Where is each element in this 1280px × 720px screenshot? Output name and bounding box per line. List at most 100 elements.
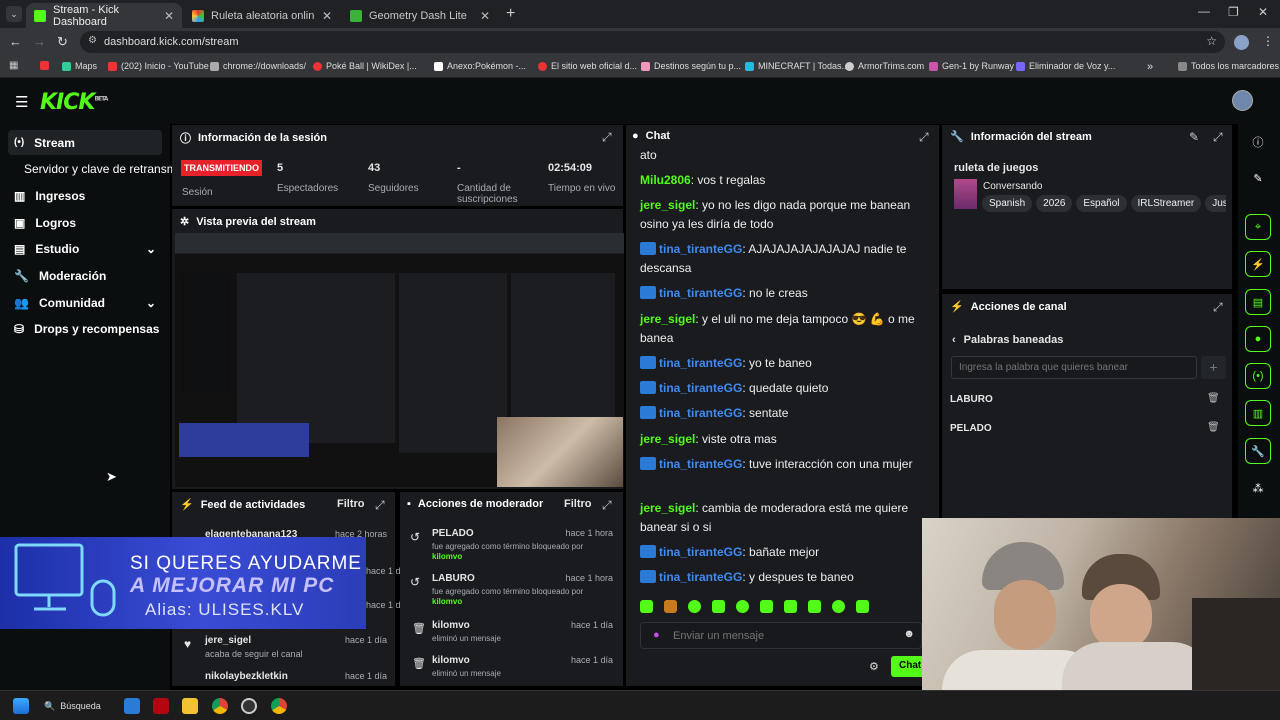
expand-info-icon[interactable]: ⤢ [1213,130,1223,145]
bookmark-star-icon[interactable]: ☆ [1206,34,1217,48]
bookmark-youtube[interactable]: (202) Inicio - YouTube [108,61,209,71]
mod-filter-button[interactable]: Filtro [564,498,592,510]
chrome-active-icon[interactable] [271,698,287,714]
close-tab-icon[interactable]: ✕ [164,9,174,23]
apps-grid-icon[interactable]: ▦ [9,60,18,71]
chat-username[interactable]: tina_tiranteGG [659,570,742,584]
sidebar-item-logros[interactable]: ▣ Logros [8,210,162,235]
emote-icon[interactable] [712,600,725,613]
sidebar-item-moderacion[interactable]: 🔧 Moderación [8,263,162,288]
chat-username[interactable]: jere_sigel [640,432,695,446]
profile-avatar[interactable] [1234,35,1249,50]
expand-mod-icon[interactable]: ⤢ [602,498,612,513]
tag[interactable]: IRLStreamer [1130,195,1202,212]
tab-list-chevron-icon[interactable]: ⌄ [6,6,22,22]
chat-username[interactable]: tina_tiranteGG [659,406,742,420]
browser-tab-kick[interactable]: Stream - Kick Dashboard ✕ [26,3,182,28]
chat-username[interactable]: tina_tiranteGG [659,545,742,559]
chat-username[interactable]: jere_sigel [640,198,695,212]
chat-username[interactable]: tina_tiranteGG [659,356,742,370]
document-icon[interactable]: ▤ [1245,289,1271,315]
bookmark-anexo[interactable]: Anexo:Pokémon -... [434,61,526,71]
bookmarks-overflow-icon[interactable]: » [1147,61,1153,73]
chat-bubble-icon[interactable]: ● [1245,326,1271,352]
printer-icon[interactable]: ▥ [1245,400,1271,426]
chat-username[interactable]: Milu2806 [640,173,691,187]
bookmark-wikidex[interactable]: Poké Ball | WikiDex |... [313,61,417,71]
emote-icon[interactable] [808,600,821,613]
tag[interactable]: 2026 [1036,195,1073,212]
sidebar-item-stream[interactable]: (•) Stream [8,130,162,155]
banned-words-back[interactable]: ‹ Palabras baneadas [952,334,1063,346]
expand-actions-icon[interactable]: ⤢ [1213,300,1223,315]
chat-settings-gear-icon[interactable]: ⚙ [869,660,879,673]
sidebar-item-drops[interactable]: ⛁ Drops y recompensas [8,316,162,341]
bookmark-oficial[interactable]: El sitio web oficial d... [538,61,637,71]
maximize-icon[interactable]: ❐ [1228,5,1239,19]
file-explorer-icon[interactable] [182,698,198,714]
banned-word-input[interactable] [951,356,1197,379]
expand-feed-icon[interactable]: ⤢ [375,498,385,513]
bolt-icon[interactable]: ⚡ [1245,251,1271,277]
expand-chat-icon[interactable]: ⤢ [919,130,929,145]
close-tab-icon[interactable]: ✕ [480,9,490,23]
user-avatar[interactable] [1232,90,1253,111]
trash-icon[interactable]: 🗑 [1207,422,1220,433]
minimize-icon[interactable]: — [1198,4,1210,18]
bookmark-destinos[interactable]: Destinos según tu p... [641,61,741,71]
emote-icon[interactable] [664,600,677,613]
taskbar-search[interactable]: 🔍 Búsqueda [44,696,116,716]
emote-icon[interactable] [640,600,653,613]
emote-icon[interactable] [760,600,773,613]
task-view-icon[interactable] [124,698,140,714]
chat-username[interactable]: tina_tiranteGG [659,381,742,395]
bookmark-eliminador[interactable]: Eliminador de Voz y... [1016,61,1115,71]
sidebar-item-comunidad[interactable]: 👥 Comunidad ⌄ [8,290,162,315]
chat-username[interactable]: jere_sigel [640,501,695,515]
wrench-icon[interactable]: 🔧 [1245,438,1271,464]
bookmark-youtube-icon[interactable] [40,61,49,70]
target-icon[interactable]: ⌖ [1245,214,1271,240]
stream-preview-video[interactable] [175,233,624,487]
tag[interactable]: Spanish [982,195,1033,212]
sidebar-item-ingresos[interactable]: ▥ Ingresos [8,183,162,208]
mic-icon[interactable]: ● [653,629,660,641]
trash-icon[interactable]: 🗑 [1207,393,1220,404]
emote-icon[interactable] [784,600,797,613]
browser-tab-geometry[interactable]: Geometry Dash Lite ✕ [342,3,498,28]
forward-icon[interactable]: → [33,34,46,49]
share-icon[interactable]: ⁂ [1245,475,1271,501]
site-info-icon[interactable]: ⚙ [88,35,97,46]
new-tab-button[interactable]: + [506,5,515,23]
tag[interactable]: Español [1076,195,1127,212]
feed-filter-button[interactable]: Filtro [337,498,365,510]
back-icon[interactable]: ← [9,34,22,49]
menu-kebab-icon[interactable]: ⋮ [1262,34,1274,48]
edit-pencil-icon[interactable]: ✎ [1189,130,1199,144]
info-icon[interactable]: ⓘ [1245,129,1271,155]
chat-username[interactable]: tina_tiranteGG [659,457,742,471]
bookmark-maps[interactable]: Maps [62,61,97,71]
browser-tab-ruleta[interactable]: Ruleta aleatoria online – ruleta ✕ [184,3,340,28]
expand-session-icon[interactable]: ⤢ [602,130,612,145]
chat-username[interactable]: tina_tiranteGG [659,242,742,256]
broadcast-icon[interactable]: (•) [1245,363,1271,389]
url-field[interactable]: ⚙ dashboard.kick.com/stream ☆ [80,31,1225,53]
bookmark-downloads[interactable]: chrome://downloads/ [210,61,306,71]
emote-icon[interactable] [736,600,749,613]
emoji-picker-icon[interactable]: ☻ [903,628,915,640]
chrome-icon[interactable] [212,698,228,714]
emote-icon[interactable] [688,600,701,613]
sidebar-item-servidor[interactable]: Servidor y clave de retransmisión [18,156,172,181]
pencil-icon[interactable]: ✎ [1245,165,1271,191]
netflix-icon[interactable] [153,698,169,714]
windows-start-icon[interactable] [13,698,29,714]
hamburger-menu-icon[interactable]: ☰ [15,93,28,111]
bookmark-armortrims[interactable]: ArmorTrims.com [845,61,924,71]
chat-message-field[interactable] [673,628,893,644]
sidebar-item-estudio[interactable]: ▤ Estudio ⌄ [8,236,162,261]
bookmark-minecraft[interactable]: MINECRAFT | Todas... [745,61,849,71]
chat-input[interactable]: ● ☻ [640,622,922,649]
chat-username[interactable]: tina_tiranteGG [659,286,742,300]
kick-logo[interactable]: KICKBETA [40,90,108,115]
